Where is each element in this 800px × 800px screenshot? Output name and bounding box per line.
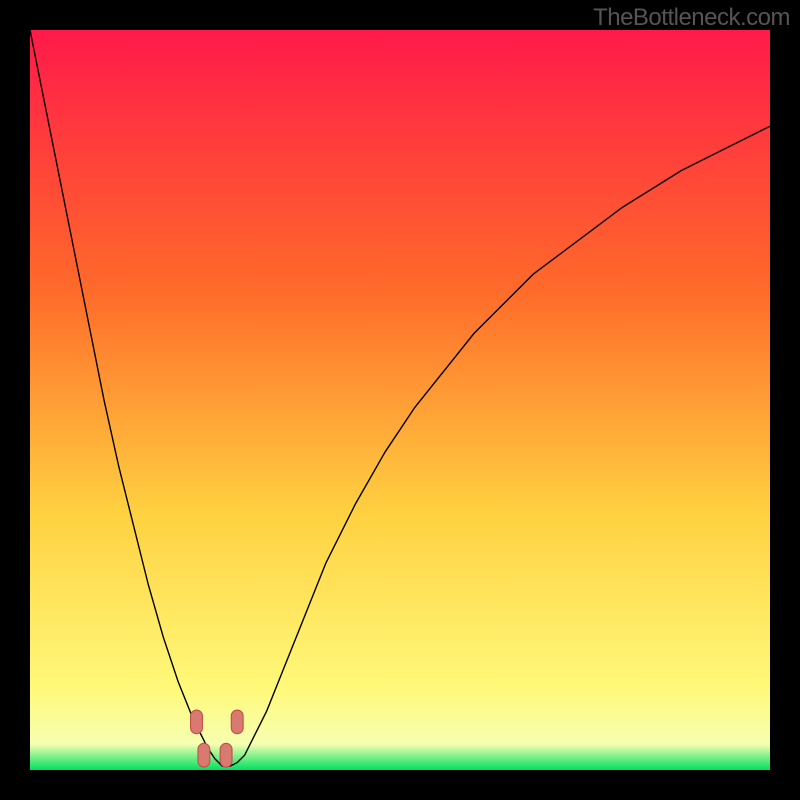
bottleneck-chart xyxy=(30,30,770,770)
chart-frame: TheBottleneck.com xyxy=(0,0,800,800)
gradient-background xyxy=(30,30,770,770)
attribution-text: TheBottleneck.com xyxy=(593,4,790,32)
curve-marker xyxy=(198,743,210,767)
curve-marker xyxy=(191,710,203,734)
curve-marker xyxy=(231,710,243,734)
curve-marker xyxy=(220,743,232,767)
